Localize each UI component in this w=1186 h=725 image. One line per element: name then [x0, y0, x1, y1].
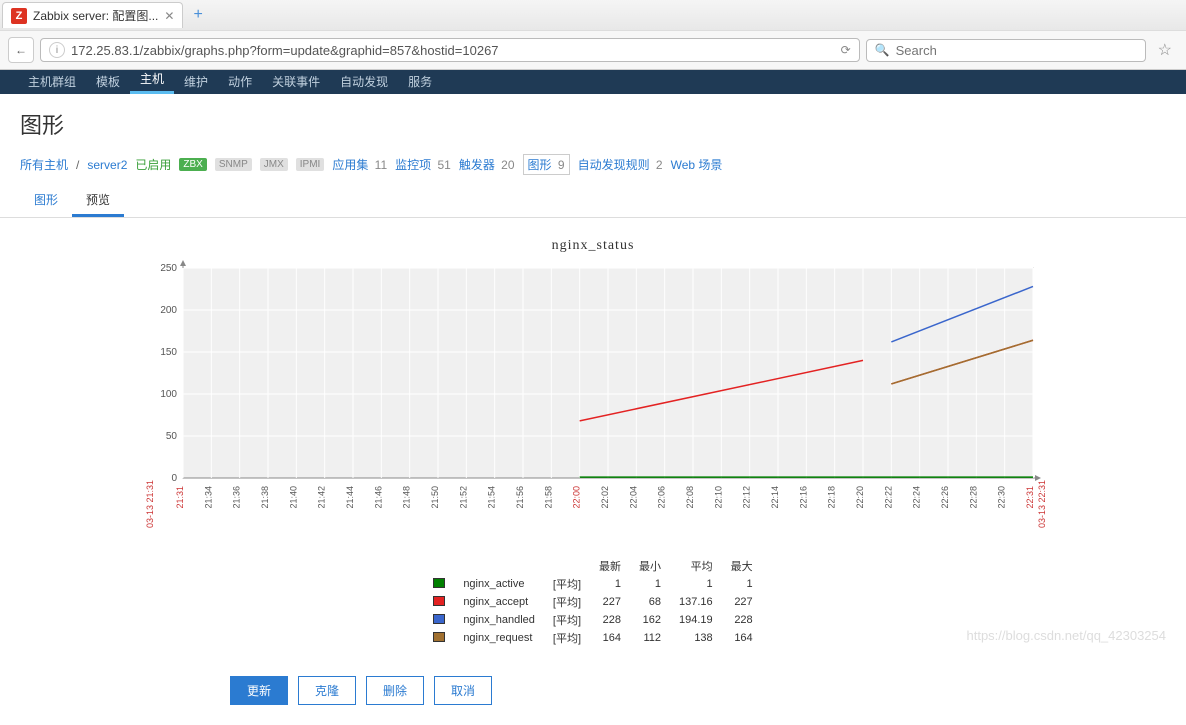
svg-text:22:24: 22:24	[912, 486, 922, 509]
svg-text:0: 0	[171, 473, 177, 484]
search-input[interactable]	[896, 43, 1137, 58]
svg-text:22:16: 22:16	[798, 486, 808, 509]
nav-item[interactable]: 动作	[218, 70, 262, 94]
legend-row: nginx_active [平均] 1111	[425, 576, 760, 592]
svg-text:21:56: 21:56	[515, 486, 525, 509]
host-section-link[interactable]: 图形	[528, 158, 552, 172]
nav-item[interactable]: 关联事件	[262, 70, 330, 94]
all-hosts-link[interactable]: 所有主机	[20, 156, 68, 173]
chart-canvas: 0 50 100 150 200 250 21:31 21:34 21:36 21:38 21:40…	[133, 258, 1053, 548]
tab-title: Zabbix server: 配置图...	[33, 7, 158, 24]
nav-item[interactable]: 主机群组	[18, 70, 86, 94]
host-section-link[interactable]: 自动发现规则	[578, 158, 650, 172]
svg-text:22:26: 22:26	[940, 486, 950, 509]
url-box[interactable]: i ⟳	[40, 38, 860, 62]
host-section-link[interactable]: 应用集	[332, 158, 368, 172]
cancel-button[interactable]: 取消	[434, 676, 492, 705]
chart-svg: 0 50 100 150 200 250 21:31 21:34 21:36 21:38 21:40…	[133, 258, 1053, 548]
bookmark-icon[interactable]: ☆	[1152, 40, 1178, 60]
svg-text:03-13 21:31: 03-13 21:31	[145, 480, 155, 528]
host-link[interactable]: server2	[87, 158, 127, 172]
page-title: 图形	[0, 94, 1186, 150]
svg-text:22:00: 22:00	[572, 486, 582, 509]
host-section-link[interactable]: 触发器	[459, 158, 495, 172]
address-bar: ← i ⟳ 🔍 ☆	[0, 30, 1186, 69]
legend-row: nginx_handled [平均] 228162194.19228	[425, 612, 760, 628]
svg-text:21:36: 21:36	[232, 486, 242, 509]
svg-text:22:28: 22:28	[968, 486, 978, 509]
chart-title: nginx_status	[552, 238, 635, 254]
svg-text:03-13 22:31: 03-13 22:31	[1037, 480, 1047, 528]
button-row: 更新 克隆 删除 取消	[0, 658, 1186, 725]
top-nav: 主机群组模板主机维护动作关联事件自动发现服务	[0, 70, 1186, 94]
svg-text:21:50: 21:50	[430, 486, 440, 509]
host-section-link[interactable]: Web 场景	[671, 158, 723, 172]
info-icon[interactable]: i	[49, 42, 65, 58]
svg-text:150: 150	[160, 347, 177, 358]
legend-table: 最新最小平均最大 nginx_active [平均] 1111 nginx_ac…	[423, 556, 762, 648]
svg-text:50: 50	[166, 431, 178, 442]
svg-text:21:31: 21:31	[175, 486, 185, 509]
search-box[interactable]: 🔍	[866, 39, 1146, 62]
close-icon[interactable]: ✕	[164, 9, 174, 23]
svg-text:22:22: 22:22	[883, 486, 893, 509]
svg-text:21:54: 21:54	[487, 486, 497, 509]
zbx-badge: ZBX	[179, 158, 206, 171]
back-button[interactable]: ←	[8, 37, 34, 63]
host-section-link[interactable]: 监控项	[395, 158, 431, 172]
svg-text:21:44: 21:44	[345, 486, 355, 509]
new-tab-button[interactable]: +	[187, 6, 208, 24]
tab-bar: Z Zabbix server: 配置图... ✕ +	[0, 0, 1186, 30]
svg-text:21:48: 21:48	[402, 486, 412, 509]
update-button[interactable]: 更新	[230, 676, 288, 705]
delete-button[interactable]: 删除	[366, 676, 424, 705]
svg-text:21:42: 21:42	[317, 486, 327, 509]
agent-badge: IPMI	[296, 158, 325, 171]
nav-item[interactable]: 自动发现	[330, 70, 398, 94]
legend-row: nginx_request [平均] 164112138164	[425, 630, 760, 646]
svg-text:22:14: 22:14	[770, 486, 780, 509]
sub-tab[interactable]: 预览	[72, 185, 124, 217]
agent-badge: SNMP	[215, 158, 252, 171]
svg-text:21:38: 21:38	[260, 486, 270, 509]
legend-row: nginx_accept [平均] 22768137.16227	[425, 594, 760, 610]
svg-text:100: 100	[160, 389, 177, 400]
svg-text:22:18: 22:18	[827, 486, 837, 509]
svg-text:22:30: 22:30	[997, 486, 1007, 509]
url-input[interactable]	[71, 43, 841, 58]
nav-item[interactable]: 维护	[174, 70, 218, 94]
svg-text:22:10: 22:10	[713, 486, 723, 509]
agent-badge: JMX	[260, 158, 288, 171]
browser-chrome: Z Zabbix server: 配置图... ✕ + ← i ⟳ 🔍 ☆	[0, 0, 1186, 70]
svg-text:200: 200	[160, 305, 177, 316]
svg-text:22:12: 22:12	[742, 486, 752, 509]
svg-text:22:20: 22:20	[855, 486, 865, 509]
chart-preview: nginx_status 0 50 100 150 200 250 21:31 21:34 21…	[0, 218, 1186, 658]
svg-text:21:52: 21:52	[458, 486, 468, 509]
svg-text:250: 250	[160, 263, 177, 274]
favicon-icon: Z	[11, 8, 27, 24]
svg-text:21:40: 21:40	[288, 486, 298, 509]
sub-tabs: 图形预览	[0, 185, 1186, 218]
browser-tab[interactable]: Z Zabbix server: 配置图... ✕	[2, 2, 183, 28]
enabled-label: 已启用	[135, 156, 171, 173]
svg-text:21:46: 21:46	[373, 486, 383, 509]
svg-text:21:58: 21:58	[543, 486, 553, 509]
svg-text:22:08: 22:08	[685, 486, 695, 509]
host-bar: 所有主机/server2已启用ZBXSNMPJMXIPMI应用集 11监控项 5…	[0, 150, 1186, 185]
nav-item[interactable]: 模板	[86, 70, 130, 94]
search-icon: 🔍	[875, 43, 890, 57]
svg-text:22:04: 22:04	[628, 486, 638, 509]
clone-button[interactable]: 克隆	[298, 676, 356, 705]
svg-text:22:31: 22:31	[1025, 486, 1035, 509]
svg-text:22:06: 22:06	[657, 486, 667, 509]
reload-icon[interactable]: ⟳	[841, 43, 851, 57]
sub-tab[interactable]: 图形	[20, 185, 72, 217]
svg-text:21:34: 21:34	[203, 486, 213, 509]
nav-item[interactable]: 服务	[398, 70, 442, 94]
svg-text:22:02: 22:02	[600, 486, 610, 509]
nav-item[interactable]: 主机	[130, 70, 174, 94]
